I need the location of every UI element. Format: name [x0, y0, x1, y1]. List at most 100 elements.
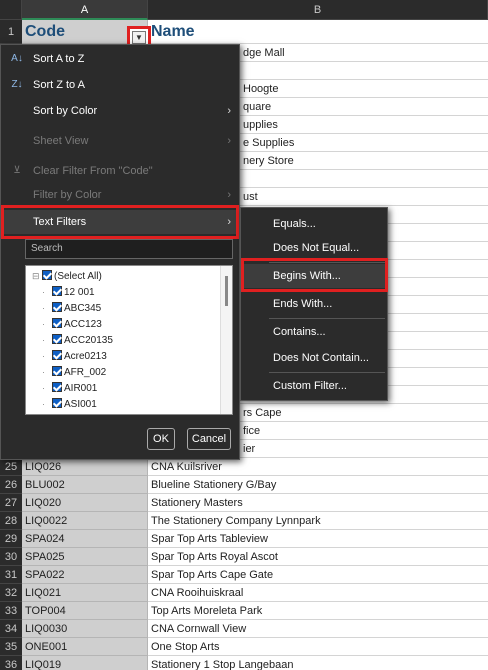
- row-header[interactable]: 28: [0, 512, 22, 530]
- row-header[interactable]: 27: [0, 494, 22, 512]
- cell-code[interactable]: BLU002: [22, 476, 148, 494]
- cell-code[interactable]: TOP004: [22, 602, 148, 620]
- row-header[interactable]: 26: [0, 476, 22, 494]
- cell-name[interactable]: One Stop Arts: [148, 638, 488, 656]
- submenu-custom-filter[interactable]: Custom Filter...: [241, 374, 387, 398]
- list-item-label: AFR_002: [64, 367, 107, 378]
- menu-sort-by-color[interactable]: Sort by Color ›: [1, 99, 239, 123]
- list-item[interactable]: · 12 001: [42, 284, 95, 300]
- submenu-does-not-equal[interactable]: Does Not Equal...: [241, 236, 387, 260]
- cell-name[interactable]: Top Arts Moreleta Park: [148, 602, 488, 620]
- checkbox-icon[interactable]: [52, 318, 62, 329]
- cell-b-partial[interactable]: fice: [240, 422, 488, 440]
- cell-code[interactable]: SPA022: [22, 566, 148, 584]
- cell-code[interactable]: LIQ020: [22, 494, 148, 512]
- list-item[interactable]: · Acre0213: [42, 348, 107, 364]
- checkbox-icon[interactable]: [52, 286, 62, 297]
- list-item[interactable]: ⊟ (Select All): [32, 268, 102, 284]
- tree-connector-icon: ·: [42, 335, 45, 345]
- cell-b-partial[interactable]: [240, 62, 488, 80]
- scrollbar-thumb[interactable]: [225, 276, 228, 306]
- menu-label: Sheet View: [33, 135, 89, 147]
- search-input[interactable]: Search: [25, 239, 233, 259]
- cell-code[interactable]: LIQ026: [22, 458, 148, 476]
- row-header[interactable]: 34: [0, 620, 22, 638]
- row-header[interactable]: 33: [0, 602, 22, 620]
- checkbox-icon[interactable]: [52, 334, 62, 345]
- row-header[interactable]: 35: [0, 638, 22, 656]
- row-header[interactable]: 32: [0, 584, 22, 602]
- cell-code[interactable]: LIQ019: [22, 656, 148, 670]
- submenu-arrow-icon: ›: [227, 135, 231, 147]
- cell-code[interactable]: SPA025: [22, 548, 148, 566]
- cell-b-partial[interactable]: Hoogte: [240, 80, 488, 98]
- menu-label: Filter by Color: [33, 189, 102, 201]
- tree-connector-icon: ·: [42, 287, 45, 297]
- cell-b-partial[interactable]: upplies: [240, 116, 488, 134]
- cell-name[interactable]: Stationery 1 Stop Langebaan: [148, 656, 488, 670]
- header-cell-name[interactable]: Name: [148, 20, 488, 44]
- menu-label: Clear Filter From "Code": [33, 165, 153, 177]
- cell-code[interactable]: SPA024: [22, 530, 148, 548]
- column-header-b[interactable]: B: [148, 0, 488, 20]
- cancel-button[interactable]: Cancel: [187, 428, 231, 450]
- list-item[interactable]: · AFR_002: [42, 364, 106, 380]
- cell-name[interactable]: CNA Kuilsriver: [148, 458, 488, 476]
- cell-b-partial[interactable]: ier: [240, 440, 488, 458]
- cell-b-partial[interactable]: [240, 170, 488, 188]
- cell-b-partial[interactable]: nery Store: [240, 152, 488, 170]
- checkbox-icon[interactable]: [52, 350, 62, 361]
- row-header[interactable]: 25: [0, 458, 22, 476]
- list-item-label: ACC20135: [64, 335, 113, 346]
- list-item[interactable]: · ACC123: [42, 316, 102, 332]
- cell-name[interactable]: Stationery Masters: [148, 494, 488, 512]
- menu-sort-a-to-z[interactable]: A↓ Sort A to Z: [1, 47, 239, 71]
- cell-name[interactable]: Spar Top Arts Royal Ascot: [148, 548, 488, 566]
- submenu-ends-with[interactable]: Ends With...: [241, 292, 387, 316]
- cell-b-partial[interactable]: quare: [240, 98, 488, 116]
- checkbox-icon[interactable]: [52, 366, 62, 377]
- list-item-label: ACC123: [64, 319, 102, 330]
- highlight-box: [241, 258, 388, 292]
- cell-name[interactable]: The Stationery Company Lynnpark: [148, 512, 488, 530]
- cell-b-partial[interactable]: dge Mall: [240, 44, 488, 62]
- list-item[interactable]: · ASI001: [42, 396, 97, 412]
- cell-name[interactable]: Spar Top Arts Cape Gate: [148, 566, 488, 584]
- dropdown-arrow-icon: ▼: [135, 32, 143, 42]
- row-header[interactable]: 29: [0, 530, 22, 548]
- row-header[interactable]: 1: [0, 20, 22, 44]
- cell-name[interactable]: CNA Rooihuiskraal: [148, 584, 488, 602]
- submenu-equals[interactable]: Equals...: [241, 212, 387, 236]
- filter-value-list[interactable]: ⊟ (Select All) · 12 001 · ABC345 · ACC123 · ACC20…: [25, 265, 233, 415]
- separator: [269, 372, 385, 373]
- menu-sort-z-to-a[interactable]: Z↓ Sort Z to A: [1, 73, 239, 97]
- cell-b-partial[interactable]: ust: [240, 188, 488, 206]
- cell-code[interactable]: ONE001: [22, 638, 148, 656]
- row-header[interactable]: 31: [0, 566, 22, 584]
- select-all-corner[interactable]: [0, 0, 22, 20]
- list-item[interactable]: · AIR001: [42, 380, 97, 396]
- cell-code[interactable]: LIQ0030: [22, 620, 148, 638]
- checkbox-icon[interactable]: [52, 398, 62, 409]
- cell-code[interactable]: LIQ0022: [22, 512, 148, 530]
- cell-code[interactable]: LIQ021: [22, 584, 148, 602]
- row-header[interactable]: 36: [0, 656, 22, 670]
- checkbox-icon[interactable]: [52, 382, 62, 393]
- column-header-a[interactable]: A: [22, 0, 148, 20]
- checkbox-icon[interactable]: [42, 270, 52, 281]
- list-item[interactable]: · ACC20135: [42, 332, 113, 348]
- tree-connector-icon: ·: [42, 303, 45, 313]
- submenu-contains[interactable]: Contains...: [241, 320, 387, 344]
- list-item[interactable]: · ABC345: [42, 300, 101, 316]
- menu-filter-by-color: Filter by Color ›: [1, 183, 239, 207]
- checkbox-icon[interactable]: [52, 302, 62, 313]
- cell-name[interactable]: Blueline Stationery G/Bay: [148, 476, 488, 494]
- cell-name[interactable]: Spar Top Arts Tableview: [148, 530, 488, 548]
- cell-b-partial[interactable]: rs Cape: [240, 404, 488, 422]
- ok-button[interactable]: OK: [147, 428, 175, 450]
- submenu-does-not-contain[interactable]: Does Not Contain...: [241, 346, 387, 370]
- cell-name[interactable]: CNA Cornwall View: [148, 620, 488, 638]
- row-header[interactable]: 30: [0, 548, 22, 566]
- cell-b-partial[interactable]: e Supplies: [240, 134, 488, 152]
- list-scrollbar[interactable]: [220, 266, 232, 414]
